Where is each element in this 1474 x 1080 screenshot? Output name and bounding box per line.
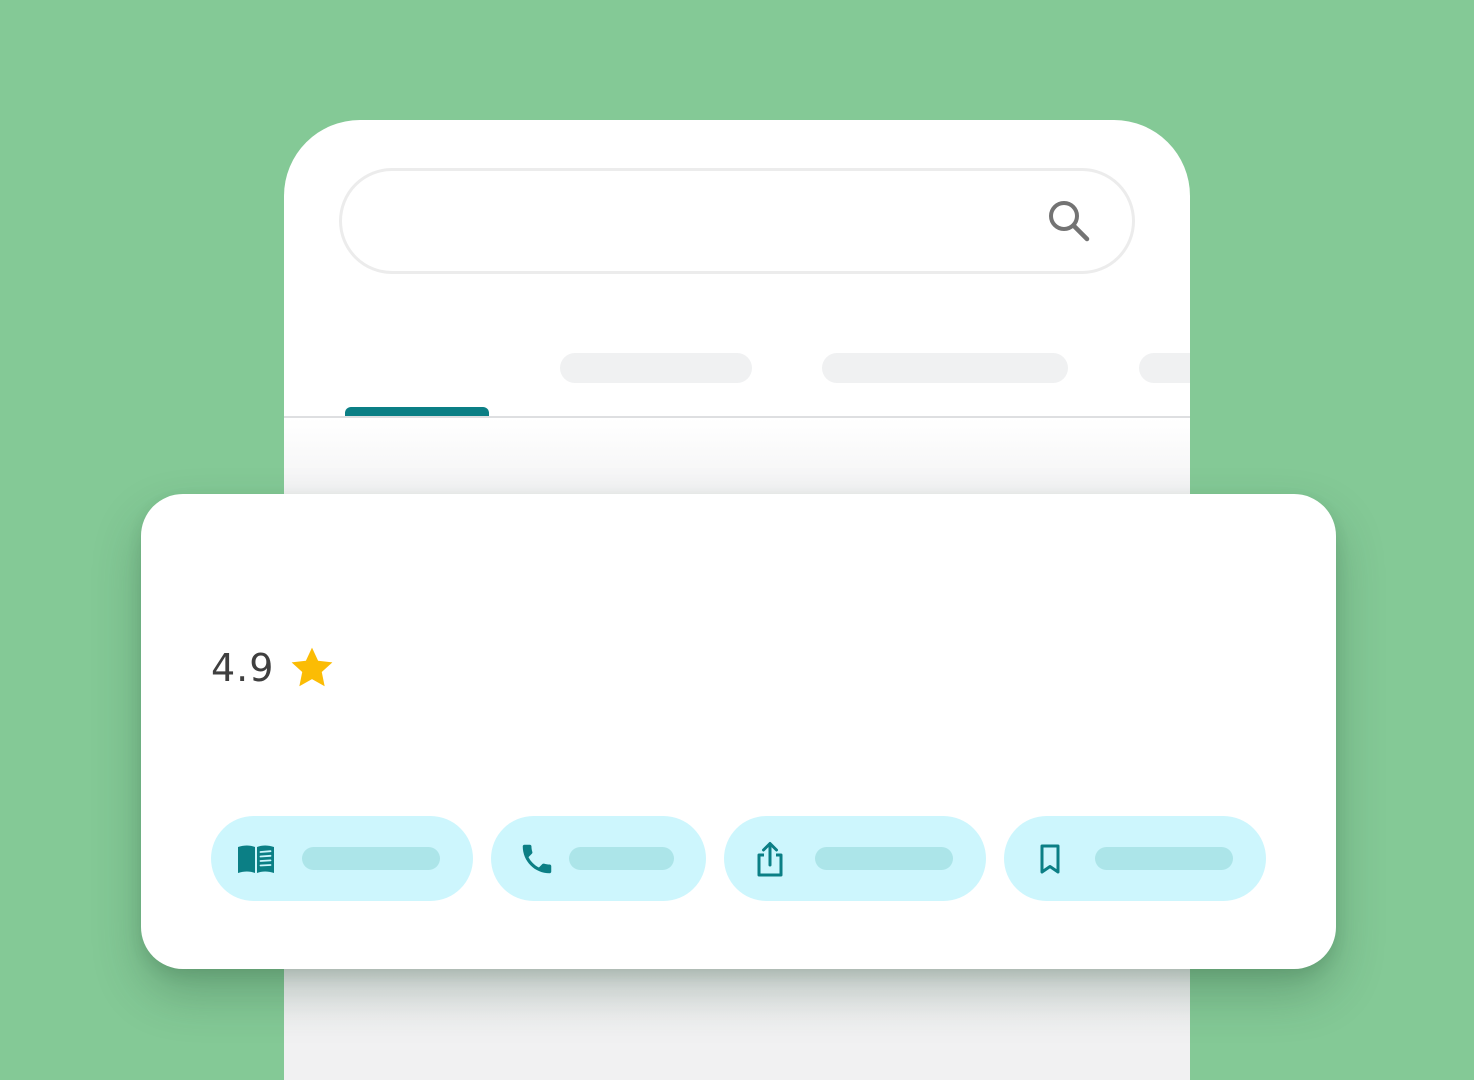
share-button-label-placeholder xyxy=(815,847,953,870)
tab-placeholder[interactable] xyxy=(1139,353,1190,383)
share-icon xyxy=(757,842,783,877)
phone-icon xyxy=(522,844,552,874)
call-button-label-placeholder xyxy=(569,847,674,870)
share-button[interactable] xyxy=(724,816,986,901)
rating-value: 4.9 xyxy=(211,646,275,690)
place-card: 4.9 xyxy=(141,494,1336,969)
rating: 4.9 xyxy=(211,644,336,692)
search-bar[interactable] xyxy=(339,168,1135,274)
save-button[interactable] xyxy=(1004,816,1266,901)
bookmark-icon xyxy=(1040,844,1060,874)
tab-placeholder[interactable] xyxy=(822,353,1068,383)
tab-placeholder[interactable] xyxy=(560,353,752,383)
menu-button-label-placeholder xyxy=(302,847,440,870)
save-button-label-placeholder xyxy=(1095,847,1233,870)
star-icon xyxy=(292,647,333,687)
call-button[interactable] xyxy=(491,816,706,901)
menu-book-icon xyxy=(238,845,274,873)
menu-button[interactable] xyxy=(211,816,473,901)
search-icon[interactable] xyxy=(1044,196,1094,246)
